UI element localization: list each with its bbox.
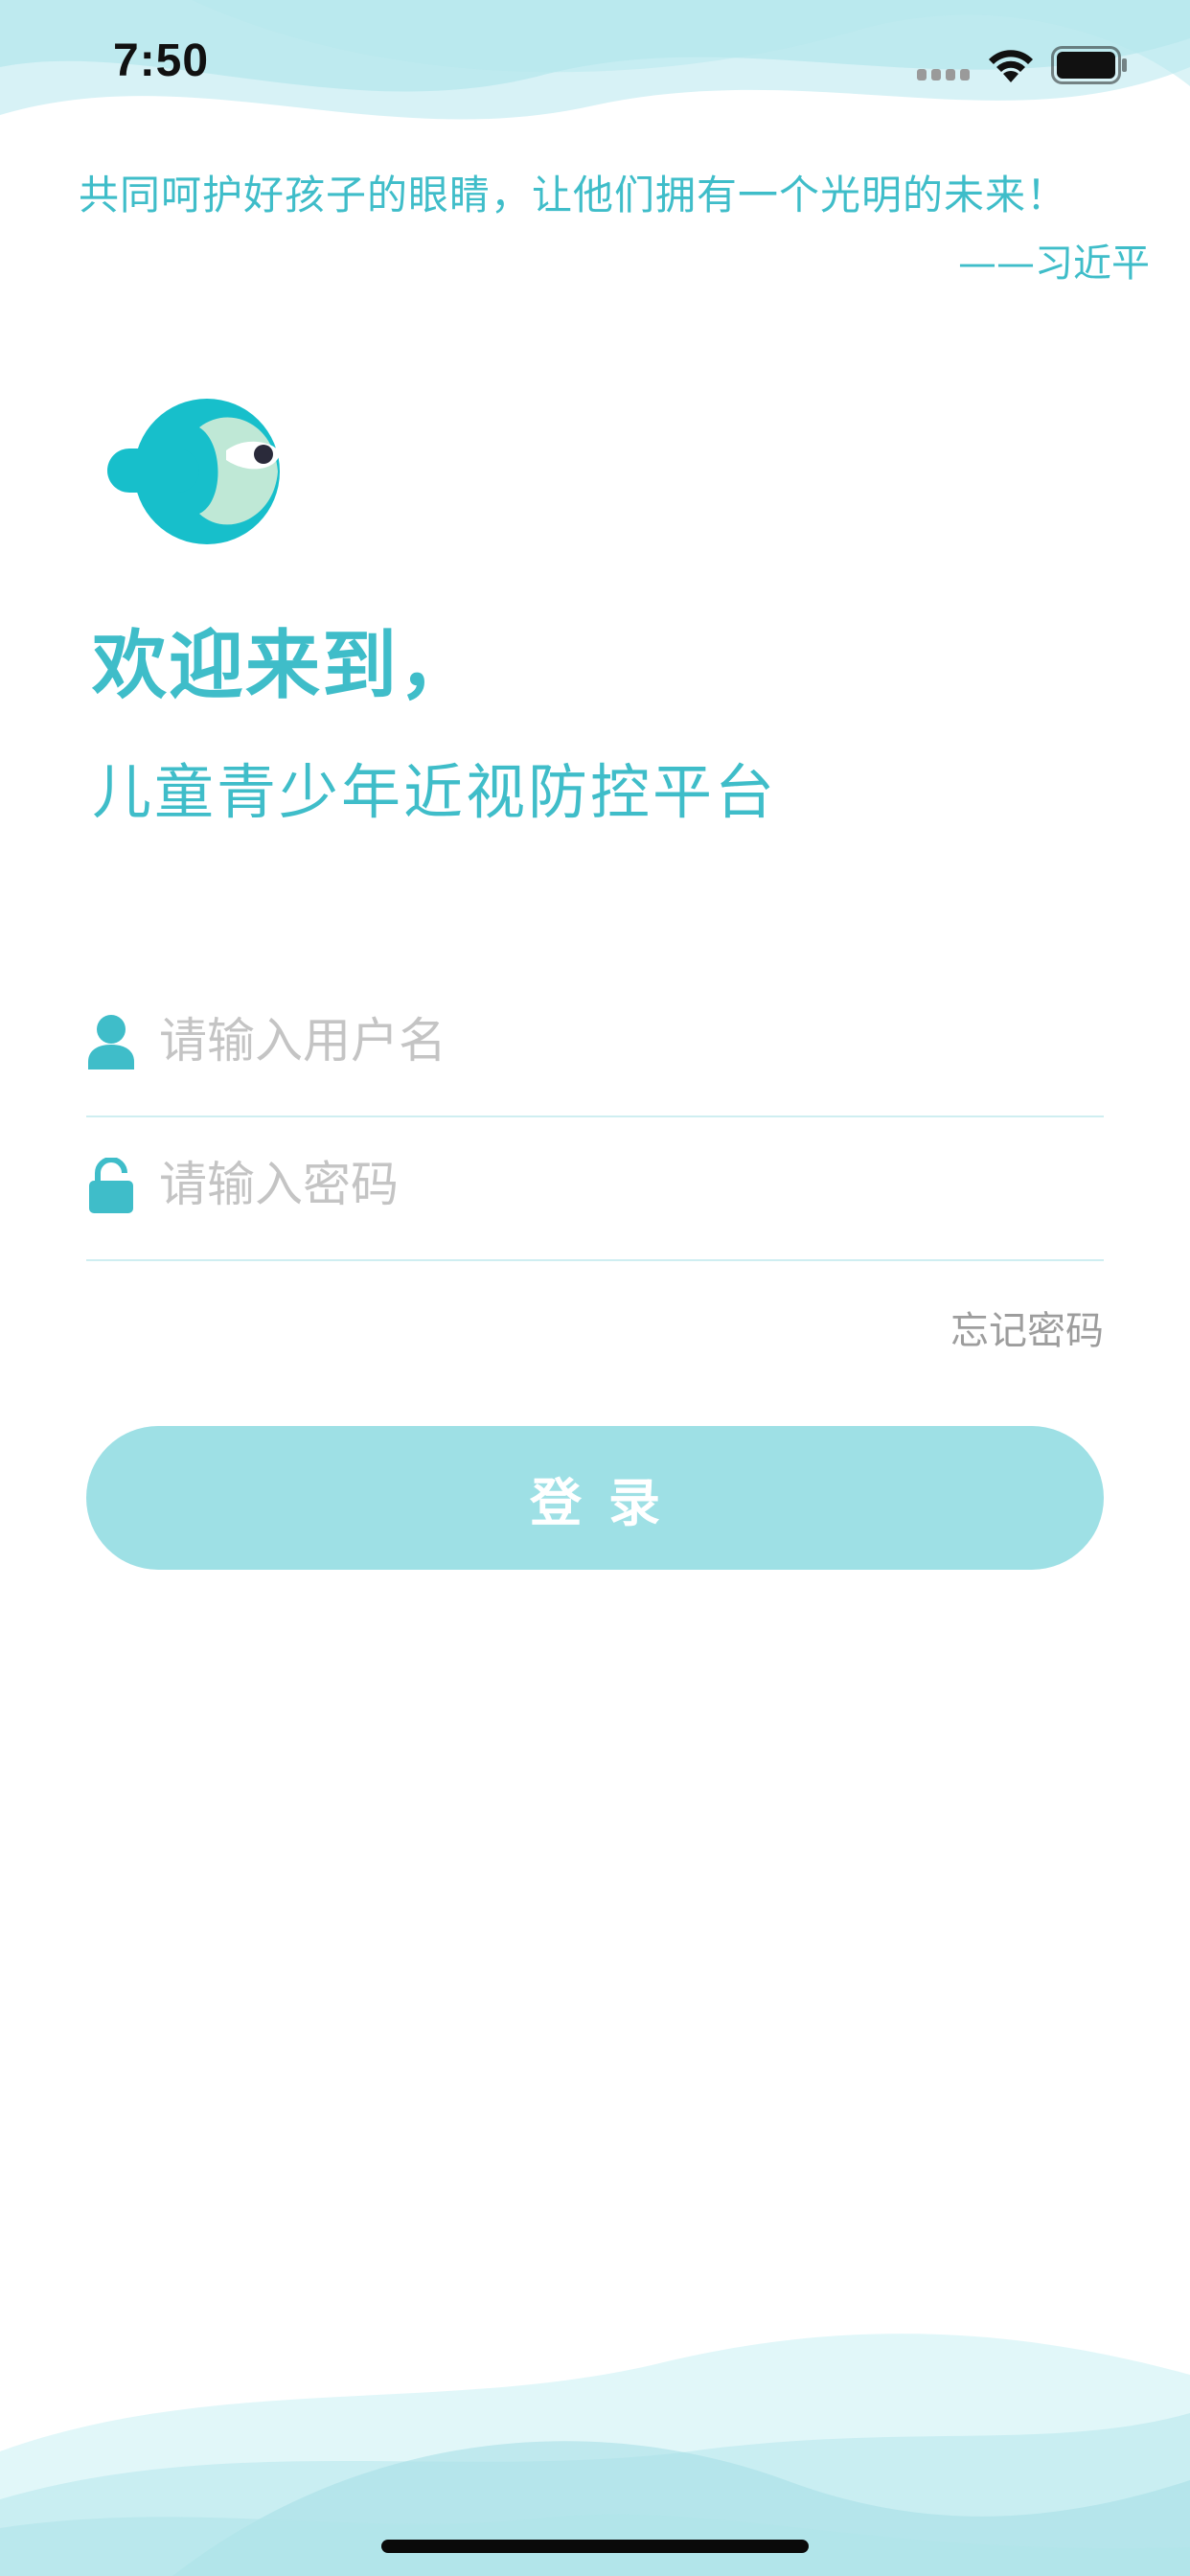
wifi-icon	[989, 50, 1033, 82]
status-bar: 7:50	[0, 0, 1190, 126]
forgot-password-link[interactable]: 忘记密码	[950, 1300, 1104, 1355]
user-icon	[88, 1015, 134, 1070]
platform-name: 儿童青少年近视防控平台	[92, 757, 778, 827]
status-time: 7:50	[113, 35, 210, 86]
fish-eye-logo	[107, 399, 280, 544]
login-button[interactable]: 登录	[86, 1426, 1104, 1570]
battery-icon	[1051, 46, 1127, 84]
password-input[interactable]	[159, 1144, 1079, 1225]
quote-author: ——习近平	[958, 242, 1150, 286]
lock-icon	[89, 1158, 133, 1213]
welcome-title: 欢迎来到，	[92, 623, 476, 709]
bottom-wave-decoration	[0, 2334, 1190, 2576]
signal-icon	[917, 69, 970, 80]
login-screen: 7:50 共同呵护好孩子的眼睛，让他们拥有一个光明的未来！ ——习近平 欢迎来到…	[0, 0, 1190, 2576]
username-input[interactable]	[159, 1000, 1079, 1081]
home-indicator	[381, 2540, 809, 2553]
quote-text: 共同呵护好孩子的眼睛，让他们拥有一个光明的未来！	[79, 172, 1068, 218]
username-field	[86, 972, 1104, 1117]
password-field	[86, 1116, 1104, 1261]
